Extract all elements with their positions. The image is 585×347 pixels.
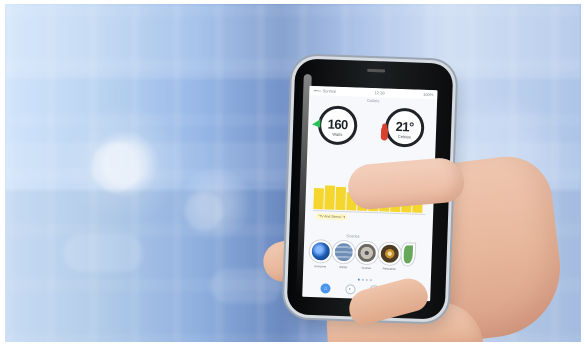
chart-bar (335, 186, 347, 211)
temperature-gauge[interactable]: 21° Celsius (384, 107, 425, 148)
scene-winter-button[interactable] (332, 240, 356, 264)
chart-bar (313, 188, 324, 210)
temperature-unit: Celsius (397, 133, 411, 140)
chart-bar (324, 185, 336, 210)
scene-label: Relaxation (382, 266, 396, 271)
battery-label: 100% (423, 91, 434, 98)
scene-sunrise-button[interactable] (355, 241, 379, 265)
temperature-value: 21° (395, 118, 415, 135)
scene-next-button[interactable] (401, 243, 416, 266)
carrier-label: ••••○ Sunrise (313, 87, 337, 94)
bokeh-light (63, 234, 143, 272)
page-dot (365, 278, 368, 281)
time-label: 12:38 (374, 90, 385, 96)
scene-everyone-button[interactable] (309, 239, 333, 263)
page-indicator (357, 278, 372, 282)
scene-relaxation-button[interactable] (378, 242, 402, 266)
power-value: 160 (327, 116, 349, 133)
product-photo: ••••○ Sunrise 12:38 100% Outlets 160 Wat… (5, 4, 581, 342)
home-icon[interactable]: ⌂ (320, 283, 331, 294)
page-dot (357, 278, 360, 281)
scene-selector: Scenes Everyone Winter Sunrise Relaxatio… (309, 232, 426, 278)
scenes-title: Scenes (346, 233, 360, 239)
thermometer-icon (381, 123, 388, 136)
appliance-icon[interactable]: ◐ (344, 284, 356, 295)
chart-caption[interactable]: "TV And Stereo" ▾ (315, 213, 348, 221)
bokeh-light (185, 192, 223, 230)
speaker-slot (367, 68, 386, 73)
page-dot (361, 278, 364, 281)
gauge-row: 160 Watts 21° Celsius (307, 102, 437, 154)
bokeh-light (91, 142, 141, 192)
power-unit: Watts (332, 131, 343, 138)
page-dot (369, 279, 372, 282)
